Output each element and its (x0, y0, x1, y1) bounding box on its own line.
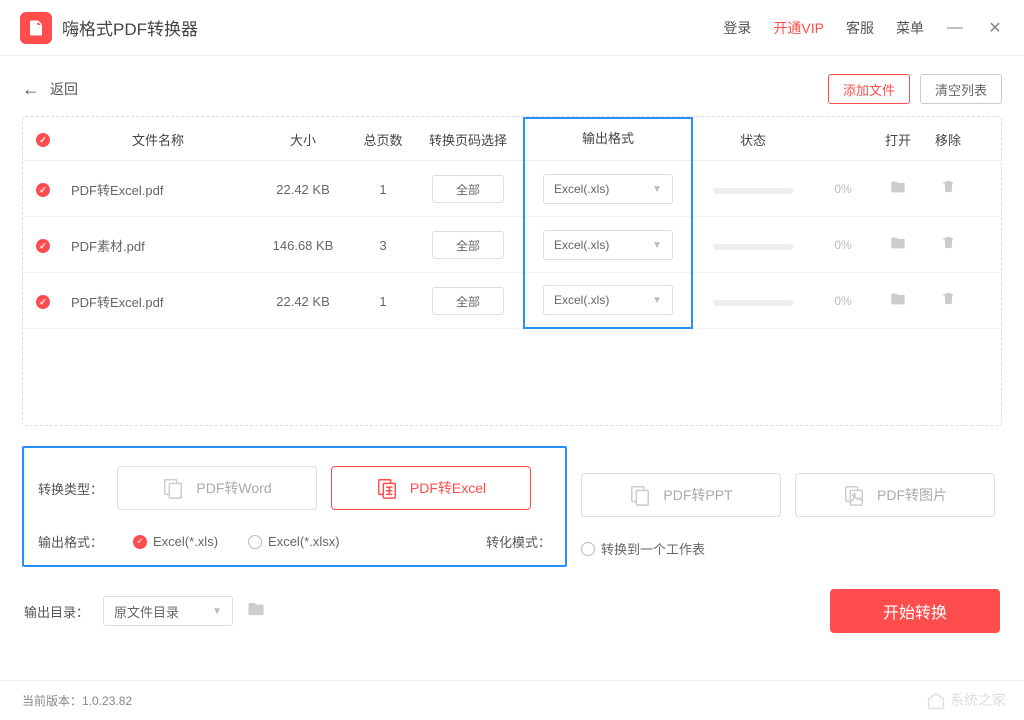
delete-icon[interactable] (941, 181, 956, 198)
file-size: 22.42 KB (253, 294, 353, 309)
vip-link[interactable]: 开通VIP (773, 18, 824, 38)
type-pdf-to-image[interactable]: PDF转图片 (795, 473, 995, 517)
th-pages: 总页数 (353, 130, 413, 149)
file-size: 22.42 KB (253, 182, 353, 197)
version-label: 当前版本： (22, 692, 82, 709)
th-name: 文件名称 (63, 130, 253, 149)
output-format-select[interactable]: Excel(.xls)▼ (543, 174, 673, 204)
th-open: 打开 (873, 130, 923, 149)
row-checkbox[interactable] (36, 295, 50, 309)
file-name: PDF转Excel.pdf (71, 292, 163, 311)
page-select-button[interactable]: 全部 (432, 287, 504, 315)
close-icon[interactable]: ✕ (986, 18, 1004, 38)
app-title: 嗨格式PDF转换器 (62, 15, 198, 40)
type-pdf-to-ppt[interactable]: PDF转PPT (581, 473, 781, 517)
add-file-button[interactable]: 添加文件 (828, 74, 910, 104)
th-output-format: 输出格式 (523, 117, 693, 161)
chevron-down-icon: ▼ (652, 184, 662, 195)
file-pages: 3 (353, 238, 413, 253)
footer: 当前版本： 1.0.23.82 (0, 680, 1024, 720)
progress-bar (713, 300, 793, 306)
radio-xlsx[interactable]: Excel(*.xlsx) (248, 534, 340, 549)
progress-percent: 0% (813, 294, 873, 308)
row-checkbox[interactable] (36, 239, 50, 253)
file-size: 146.68 KB (253, 238, 353, 253)
row-checkbox[interactable] (36, 183, 50, 197)
progress-percent: 0% (813, 238, 873, 252)
page-select-button[interactable]: 全部 (432, 231, 504, 259)
back-arrow-icon[interactable]: ← (22, 79, 40, 100)
radio-one-sheet[interactable]: 转换到一个工作表 (581, 539, 705, 558)
th-page-select: 转换页码选择 (413, 130, 523, 149)
file-pages: 1 (353, 182, 413, 197)
type-pdf-to-excel[interactable]: PDF转Excel (331, 466, 531, 510)
version-value: 1.0.23.82 (82, 694, 132, 708)
type-pdf-to-word[interactable]: PDF转Word (117, 466, 317, 510)
browse-folder-icon[interactable] (247, 600, 265, 623)
titlebar: 嗨格式PDF转换器 登录 开通VIP 客服 菜单 — ✕ (0, 0, 1024, 56)
toolbar-row: ← 返回 添加文件 清空列表 (22, 74, 1002, 104)
clear-list-button[interactable]: 清空列表 (920, 74, 1002, 104)
delete-icon[interactable] (941, 237, 956, 254)
open-folder-icon[interactable] (890, 182, 906, 199)
minimize-icon[interactable]: — (946, 19, 964, 37)
th-remove: 移除 (923, 130, 973, 149)
chevron-down-icon: ▼ (652, 240, 662, 251)
th-size: 大小 (253, 130, 353, 149)
page-select-button[interactable]: 全部 (432, 175, 504, 203)
table-row: PDF转Excel.pdf 22.42 KB 1 全部 Excel(.xls)▼… (23, 161, 1001, 217)
output-format-select[interactable]: Excel(.xls)▼ (543, 285, 673, 315)
table-row: PDF转Excel.pdf 22.42 KB 1 全部 Excel(.xls)▼… (23, 273, 1001, 329)
start-convert-button[interactable]: 开始转换 (830, 589, 1000, 633)
app-logo (20, 12, 52, 44)
open-folder-icon[interactable] (890, 238, 906, 255)
output-dir-select[interactable]: 原文件目录▼ (103, 596, 233, 626)
select-all-checkbox[interactable] (36, 133, 50, 147)
convert-type-label: 转换类型： (38, 479, 103, 498)
file-table: 文件名称 大小 总页数 转换页码选择 输出格式 状态 打开 移除 PDF转Exc… (22, 116, 1002, 426)
output-dir-label: 输出目录： (24, 602, 89, 621)
mode-label: 转化模式： (486, 532, 551, 551)
table-row: PDF素材.pdf 146.68 KB 3 全部 Excel(.xls)▼ 0% (23, 217, 1001, 273)
chevron-down-icon: ▼ (212, 606, 222, 617)
file-pages: 1 (353, 294, 413, 309)
radio-xls[interactable]: Excel(*.xls) (133, 534, 218, 549)
file-name: PDF素材.pdf (71, 236, 145, 255)
progress-percent: 0% (813, 182, 873, 196)
output-format-select[interactable]: Excel(.xls)▼ (543, 230, 673, 260)
output-format-label: 输出格式： (38, 532, 103, 551)
th-status: 状态 (693, 130, 813, 149)
table-header: 文件名称 大小 总页数 转换页码选择 输出格式 状态 打开 移除 (23, 117, 1001, 161)
chevron-down-icon: ▼ (652, 295, 662, 306)
progress-bar (713, 244, 793, 250)
back-label[interactable]: 返回 (50, 79, 78, 99)
file-name: PDF转Excel.pdf (71, 180, 163, 199)
support-link[interactable]: 客服 (846, 18, 874, 38)
open-folder-icon[interactable] (890, 294, 906, 311)
delete-icon[interactable] (941, 293, 956, 310)
menu-link[interactable]: 菜单 (896, 18, 924, 38)
progress-bar (713, 188, 793, 194)
login-link[interactable]: 登录 (723, 18, 751, 38)
